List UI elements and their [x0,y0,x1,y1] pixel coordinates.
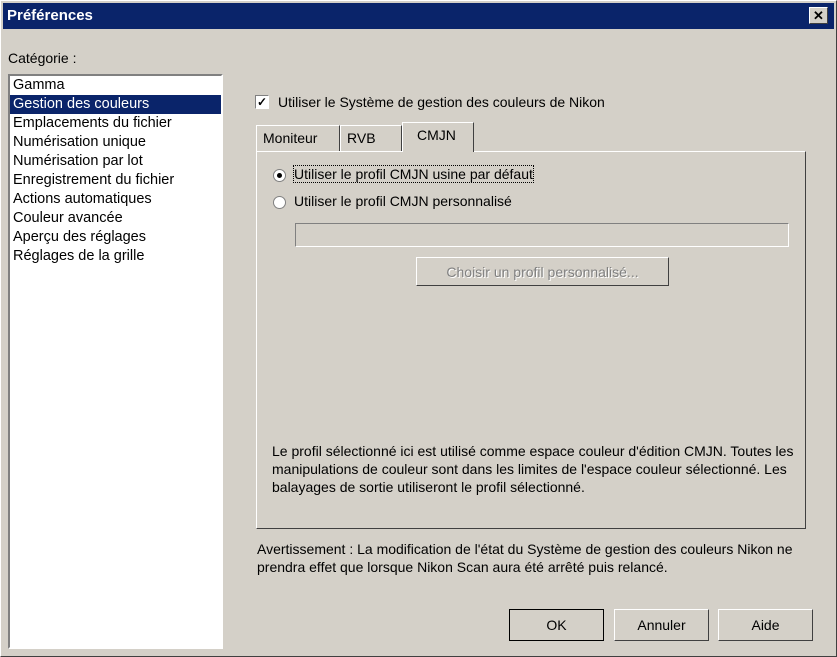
close-icon: ✕ [813,7,824,23]
tab-moniteur[interactable]: Moniteur [256,125,340,151]
ok-button[interactable]: OK [509,609,604,641]
choose-profile-button[interactable]: Choisir un profil personnalisé... [416,257,669,286]
close-button[interactable]: ✕ [809,7,828,24]
custom-profile-path-field[interactable] [295,223,789,247]
list-item[interactable]: Numérisation par lot [10,152,221,171]
warning-text: Avertissement : La modification de l'éta… [257,541,793,575]
list-item[interactable]: Enregistrement du fichier [10,171,221,190]
preferences-dialog: Préférences ✕ Catégorie : Gamma Gestion … [0,0,837,657]
cancel-button[interactable]: Annuler [614,609,709,641]
default-profile-radio[interactable] [273,169,286,182]
cms-checkbox[interactable]: ✓ [255,95,269,109]
category-list[interactable]: Gamma Gestion des couleurs Emplacements … [8,74,223,649]
profile-description: Le profil sélectionné ici est utilisé co… [272,443,794,495]
custom-profile-radio[interactable] [273,196,286,209]
checkmark-icon: ✓ [256,95,268,109]
list-item[interactable]: Réglages de la grille [10,247,221,266]
list-item[interactable]: Gestion des couleurs [10,95,221,114]
custom-profile-label[interactable]: Utiliser le profil CMJN personnalisé [294,193,512,209]
category-label: Catégorie : [8,50,77,66]
help-button[interactable]: Aide [718,609,813,641]
tab-cmjn[interactable]: CMJN [402,122,474,152]
cms-checkbox-label[interactable]: Utiliser le Système de gestion des coule… [278,94,605,110]
window-title: Préférences [7,7,93,24]
list-item[interactable]: Gamma [10,76,221,95]
default-profile-label[interactable]: Utiliser le profil CMJN usine par défaut [293,165,534,183]
list-item[interactable]: Numérisation unique [10,133,221,152]
list-item[interactable]: Aperçu des réglages [10,228,221,247]
list-item[interactable]: Couleur avancée [10,209,221,228]
tab-rvb[interactable]: RVB [340,125,402,151]
list-item[interactable]: Actions automatiques [10,190,221,209]
list-item[interactable]: Emplacements du fichier [10,114,221,133]
title-bar[interactable]: Préférences ✕ [3,3,834,29]
